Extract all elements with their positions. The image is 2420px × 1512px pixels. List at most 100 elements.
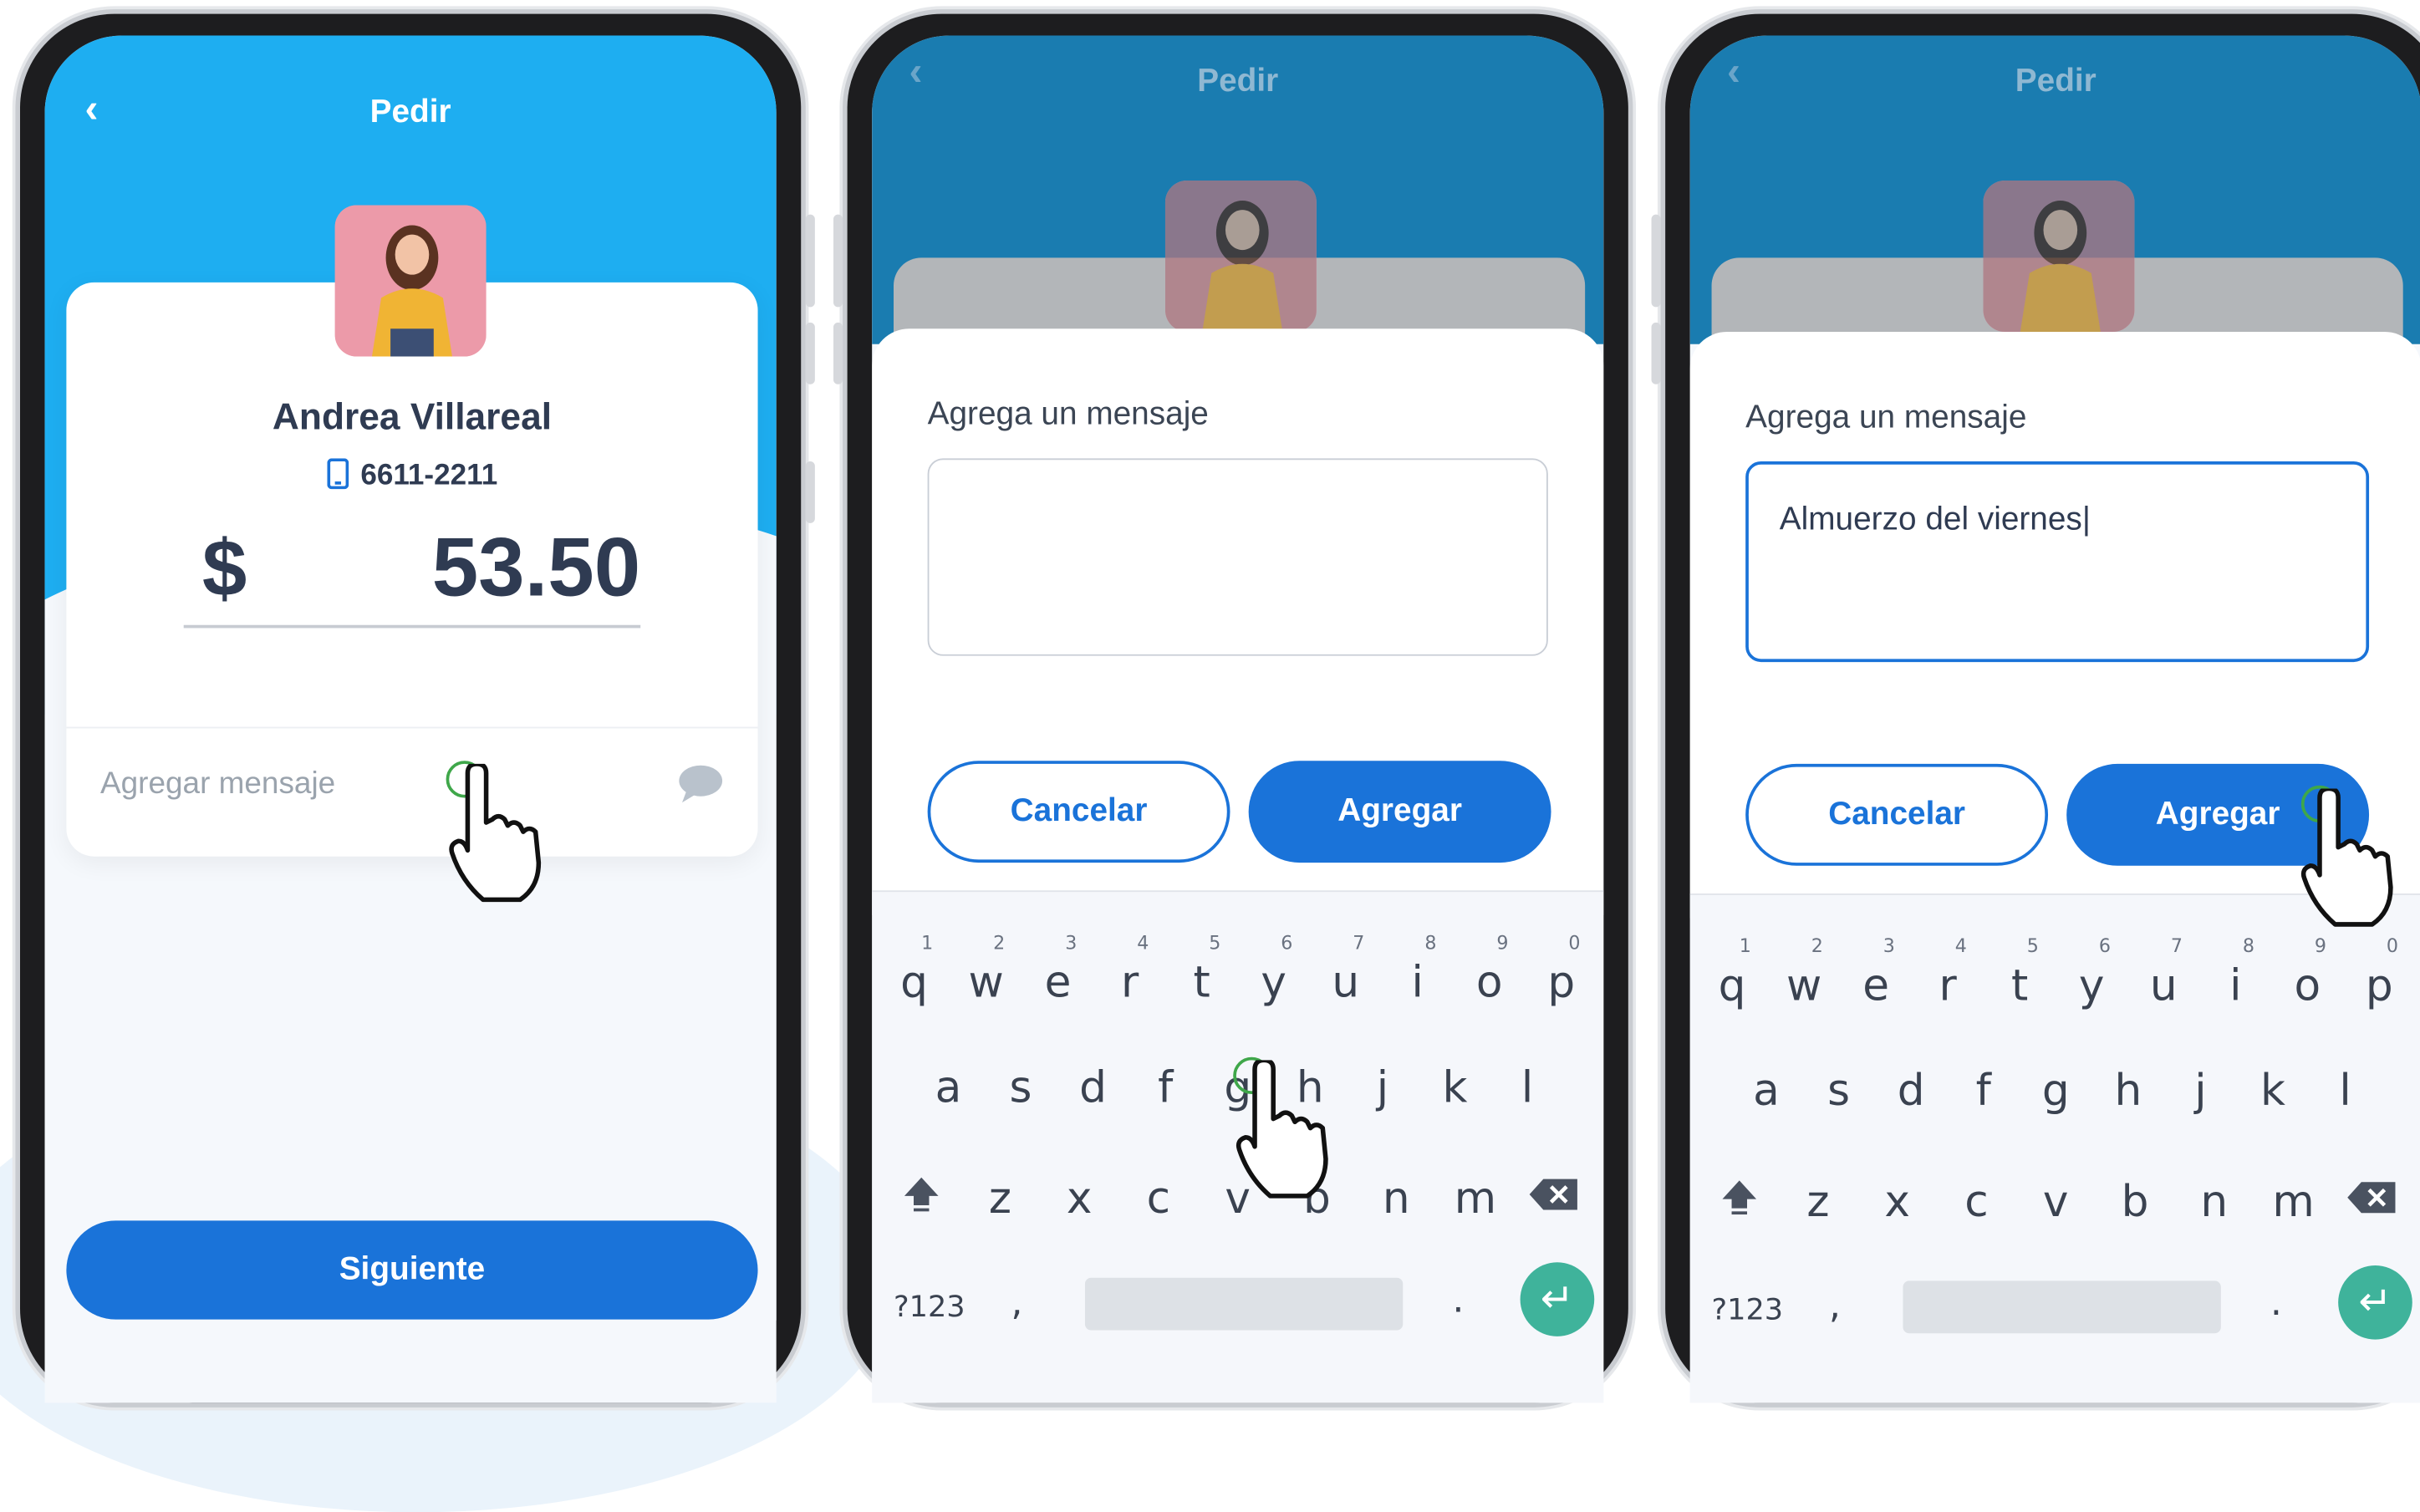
key-w[interactable]: 2w <box>1768 935 1840 1011</box>
key-c[interactable]: c <box>1937 1176 2016 1227</box>
page-title: Pedir <box>1197 63 1279 99</box>
enter-icon[interactable]: ↵ <box>1520 1262 1595 1336</box>
key-a[interactable]: a <box>912 1061 985 1112</box>
space-bar[interactable] <box>1903 1280 2221 1334</box>
key-l[interactable]: l <box>2309 1065 2382 1116</box>
amount-field[interactable]: $ 53.50 <box>183 514 641 629</box>
key-w[interactable]: 2w <box>950 932 1022 1007</box>
key-k[interactable]: k <box>2237 1065 2310 1116</box>
contact-avatar <box>1983 181 2135 332</box>
key-t[interactable]: 5t <box>1984 935 2056 1011</box>
key-a[interactable]: a <box>1730 1065 1803 1116</box>
comma-key[interactable]: , <box>1011 1280 1022 1324</box>
key-f[interactable]: f <box>1947 1065 2020 1116</box>
key-p[interactable]: 0p <box>1526 932 1597 1007</box>
key-c[interactable]: c <box>1119 1173 1199 1224</box>
key-m[interactable]: m <box>1436 1173 1516 1224</box>
shift-icon[interactable] <box>881 1173 960 1224</box>
key-h[interactable]: h <box>2092 1065 2165 1116</box>
comma-key[interactable]: , <box>1829 1284 1841 1327</box>
key-r[interactable]: 4r <box>1094 932 1166 1007</box>
phone-message-empty: ‹ Pedir Agrega un mensaje Cancelar Agreg… <box>833 9 1633 1408</box>
key-s[interactable]: s <box>985 1061 1057 1112</box>
key-j[interactable]: j <box>1347 1061 1419 1112</box>
chat-bubble-icon[interactable] <box>678 764 724 804</box>
next-button[interactable]: Siguiente <box>66 1220 758 1320</box>
keyboard: 1q 2w 3e 4r 5t 6y 7u 8i 9o 0p a s d f g <box>1689 893 2420 1403</box>
key-f[interactable]: f <box>1129 1061 1202 1112</box>
add-button[interactable]: Agregar <box>1248 761 1551 863</box>
backspace-icon[interactable] <box>1515 1173 1594 1224</box>
key-d[interactable]: d <box>1057 1061 1129 1112</box>
sheet-label: Agrega un mensaje <box>927 396 1209 432</box>
key-r[interactable]: 4r <box>1912 935 1984 1011</box>
sheet-label: Agrega un mensaje <box>1745 400 2027 435</box>
key-o[interactable]: 9o <box>2271 935 2343 1011</box>
key-n[interactable]: n <box>2174 1176 2254 1227</box>
contact-phone: 6611-2211 <box>360 460 498 492</box>
add-message-field[interactable]: Agregar mensaje <box>100 767 335 802</box>
key-x[interactable]: x <box>1857 1176 1937 1227</box>
currency-symbol: $ <box>201 524 247 614</box>
key-i[interactable]: 8i <box>1382 932 1454 1007</box>
key-t[interactable]: 5t <box>1166 932 1238 1007</box>
key-m[interactable]: m <box>2254 1176 2333 1227</box>
phone-request-screen: ‹ Pedir Andrea Villareal 6611-2211 $ 53.… <box>15 9 815 1408</box>
shift-icon[interactable] <box>1699 1176 1779 1227</box>
contact-phone-row: 6611-2211 <box>66 458 757 493</box>
amount-value: 53.50 <box>431 522 641 614</box>
key-x[interactable]: x <box>1040 1173 1119 1224</box>
key-q[interactable]: 1q <box>1696 935 1768 1011</box>
key-e[interactable]: 3e <box>1022 932 1094 1007</box>
stage: ‹ Pedir Andrea Villareal 6611-2211 $ 53.… <box>0 0 2420 1512</box>
side-button <box>833 214 843 308</box>
key-z[interactable]: z <box>960 1173 1040 1224</box>
cancel-button[interactable]: Cancelar <box>927 761 1230 863</box>
space-bar[interactable] <box>1084 1277 1404 1331</box>
side-button <box>805 214 815 308</box>
phone-message-filled: ‹ Pedir Agrega un mensaje Almuerzo del v… <box>1651 9 2420 1408</box>
key-l[interactable]: l <box>1491 1061 1564 1112</box>
key-p[interactable]: 0p <box>2343 935 2415 1011</box>
key-e[interactable]: 3e <box>1840 935 1912 1011</box>
key-i[interactable]: 8i <box>2199 935 2271 1011</box>
phone-icon <box>326 458 349 490</box>
key-u[interactable]: 7u <box>2127 935 2199 1011</box>
message-textarea[interactable]: Almuerzo del viernes| <box>1745 461 2370 663</box>
key-z[interactable]: z <box>1779 1176 1858 1227</box>
key-j[interactable]: j <box>2164 1065 2237 1116</box>
key-y[interactable]: 6y <box>2056 935 2127 1011</box>
symbols-key[interactable]: ?123 <box>894 1291 965 1325</box>
side-button <box>833 322 843 384</box>
pointer-hand-icon <box>2300 788 2393 927</box>
side-button <box>1651 214 1661 308</box>
cancel-button[interactable]: Cancelar <box>1745 763 2049 866</box>
key-v[interactable]: v <box>2016 1176 2096 1227</box>
key-b[interactable]: b <box>2096 1176 2175 1227</box>
key-g[interactable]: g <box>2020 1065 2092 1116</box>
key-y[interactable]: 6y <box>1238 932 1310 1007</box>
keyboard-row-2: a s d f g h j k l <box>1690 1065 2420 1116</box>
key-u[interactable]: 7u <box>1310 932 1382 1007</box>
key-q[interactable]: 1q <box>879 932 950 1007</box>
side-button <box>1651 322 1661 384</box>
screen: ‹ Pedir Andrea Villareal 6611-2211 $ 53.… <box>44 35 777 1403</box>
contact-avatar <box>1164 181 1317 332</box>
avatar-image <box>1164 181 1317 332</box>
pointer-hand-icon <box>449 763 542 903</box>
message-textarea[interactable] <box>927 458 1548 656</box>
key-s[interactable]: s <box>1802 1065 1875 1116</box>
contact-name: Andrea Villareal <box>272 396 553 439</box>
keyboard-row-1: 1q 2w 3e 4r 5t 6y 7u 8i 9o 0p <box>872 932 1603 1007</box>
enter-icon[interactable]: ↵ <box>2338 1265 2412 1340</box>
key-n[interactable]: n <box>1357 1173 1436 1224</box>
contact-avatar <box>334 205 487 357</box>
backspace-icon[interactable] <box>2333 1176 2412 1227</box>
key-k[interactable]: k <box>1419 1061 1491 1112</box>
key-o[interactable]: 9o <box>1454 932 1526 1007</box>
period-key[interactable]: . <box>1452 1278 1464 1321</box>
side-button <box>805 461 815 523</box>
symbols-key[interactable]: ?123 <box>1712 1293 1784 1327</box>
key-d[interactable]: d <box>1875 1065 1948 1116</box>
period-key[interactable]: . <box>2270 1280 2282 1324</box>
